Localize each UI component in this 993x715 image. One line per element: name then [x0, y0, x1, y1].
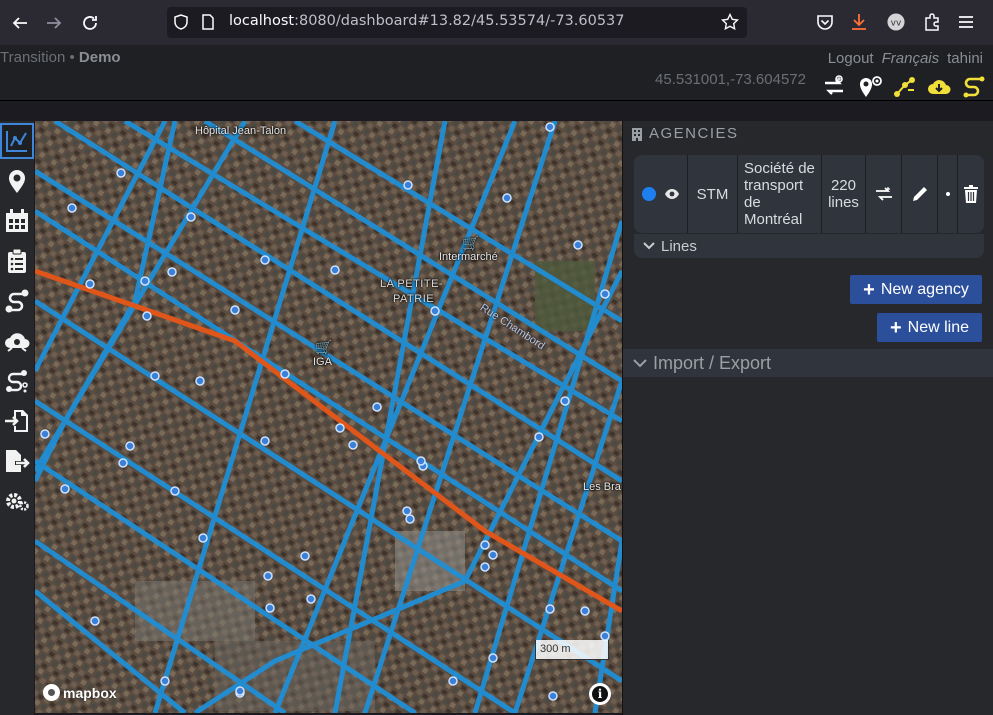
network-lines-icon [6, 131, 27, 152]
calendar-icon [6, 209, 28, 232]
eye-icon[interactable] [664, 188, 680, 200]
transfer-arrows-icon[interactable] [820, 74, 848, 100]
map-marker-icon [9, 170, 25, 193]
sidebar-agencies-button[interactable] [0, 123, 34, 159]
label-iga: IGA [313, 356, 332, 368]
language-link[interactable]: Français [882, 50, 940, 67]
agency-duplicate-button[interactable] [866, 155, 902, 233]
new-line-button[interactable]: + New line [877, 313, 982, 342]
sidebar-accessibility-button[interactable] [0, 323, 34, 359]
sidebar-import-button[interactable] [0, 403, 34, 439]
sidebar-settings-button[interactable] [0, 483, 34, 519]
route-nodes-icon [6, 370, 28, 393]
agency-more-button[interactable] [938, 155, 958, 233]
pocket-icon[interactable] [815, 12, 835, 32]
chevron-down-icon [643, 242, 655, 250]
sidebar-services-button[interactable] [0, 203, 34, 239]
lines-toggle[interactable]: Lines [634, 234, 984, 258]
label-neighborhood-2: PATRIE [393, 293, 435, 305]
header-links: Logout Français tahini [828, 50, 983, 67]
map-view[interactable]: Hôpital Jean-Talon LA PETITE- PATRIE Int… [35, 121, 622, 713]
mapbox-logo-icon [43, 684, 60, 701]
download-icon[interactable] [849, 12, 869, 32]
yellow-path-nodes-icon[interactable] [890, 74, 918, 100]
url-text: localhost:8080/dashboard#13.82/45.53574/… [229, 13, 625, 29]
cloud-marker-icon [5, 333, 30, 352]
app-title: Transition • Demo [0, 49, 121, 66]
cursor-coordinates: 45.531001,-73.604572 [655, 71, 806, 88]
sidebar-export-button[interactable] [0, 443, 34, 479]
sidebar-od-routing-button[interactable] [0, 363, 34, 399]
left-sidebar [0, 121, 34, 715]
file-export-icon [6, 450, 30, 472]
yellow-route-icon[interactable] [960, 74, 988, 100]
import-export-toggle[interactable]: Import / Export [623, 349, 993, 377]
app-header: Transition • Demo Logout Français tahini… [0, 45, 993, 101]
sidebar-scenarios-button[interactable] [0, 243, 34, 279]
building-icon [632, 127, 642, 141]
page-info-icon[interactable] [200, 14, 216, 30]
agency-status-cell [634, 155, 688, 233]
plus-icon: + [863, 278, 875, 301]
bookmark-star-icon[interactable] [721, 13, 739, 31]
forward-icon[interactable] [42, 11, 66, 35]
sidebar-nodes-button[interactable] [0, 163, 34, 199]
file-import-icon [5, 410, 28, 432]
pencil-icon [912, 187, 927, 201]
clipboard-list-icon [8, 248, 26, 273]
mapbox-logo[interactable]: mapbox [43, 684, 117, 701]
agency-lines-count: 220 lines [822, 155, 866, 233]
agency-name: Société de transport de Montréal [738, 155, 822, 233]
dot-icon [945, 192, 950, 196]
extension-avatar-icon[interactable]: vv [886, 12, 906, 32]
user-link[interactable]: tahini [947, 50, 983, 67]
agencies-header: AGENCIES [631, 125, 739, 142]
new-agency-button[interactable]: + New agency [850, 275, 982, 304]
agency-color-dot [641, 187, 656, 201]
sidebar-routing-button[interactable] [0, 283, 34, 319]
label-intermarche: Intermarché [439, 251, 498, 263]
agency-acronym: STM [688, 155, 738, 233]
trash-icon [964, 185, 978, 203]
chevron-down-icon-2 [633, 358, 647, 367]
map-scale: 300 m [535, 640, 609, 660]
back-icon[interactable] [8, 11, 32, 35]
menu-hamburger-icon[interactable] [956, 12, 976, 32]
shopping-cart-icon[interactable]: 🛒 [462, 235, 479, 252]
gears-icon [6, 493, 29, 511]
agency-row-stm[interactable]: STM Société de transport de Montréal 220… [634, 155, 984, 233]
agency-edit-button[interactable] [902, 155, 938, 233]
shopping-cart-icon-2[interactable]: 🛒 [315, 339, 332, 356]
plus-icon-2: + [889, 316, 902, 339]
info-icon: i [592, 686, 608, 702]
url-bar[interactable]: localhost:8080/dashboard#13.82/45.53574/… [167, 7, 747, 38]
label-hospital: Hôpital Jean-Talon [195, 125, 287, 137]
node-visibility-icon[interactable] [856, 74, 884, 100]
map-canvas[interactable] [35, 121, 622, 713]
cloud-download-icon[interactable] [925, 74, 953, 100]
browser-toolbar: localhost:8080/dashboard#13.82/45.53574/… [0, 0, 993, 45]
duplicate-arrows-icon [875, 187, 892, 201]
reload-icon[interactable] [78, 11, 102, 35]
label-les-bra: Les Bra [583, 481, 621, 493]
route-icon [5, 289, 29, 313]
logout-link[interactable]: Logout [828, 50, 874, 67]
map-attribution-button[interactable]: i [589, 683, 611, 705]
svg-text:vv: vv [891, 19, 902, 29]
right-panel: AGENCIES STM Société de transport de Mon… [622, 121, 993, 715]
label-neighborhood-1: LA PETITE- [380, 278, 444, 290]
extensions-puzzle-icon[interactable] [922, 12, 942, 32]
agency-delete-button[interactable] [958, 155, 984, 233]
shield-icon[interactable] [173, 14, 189, 30]
